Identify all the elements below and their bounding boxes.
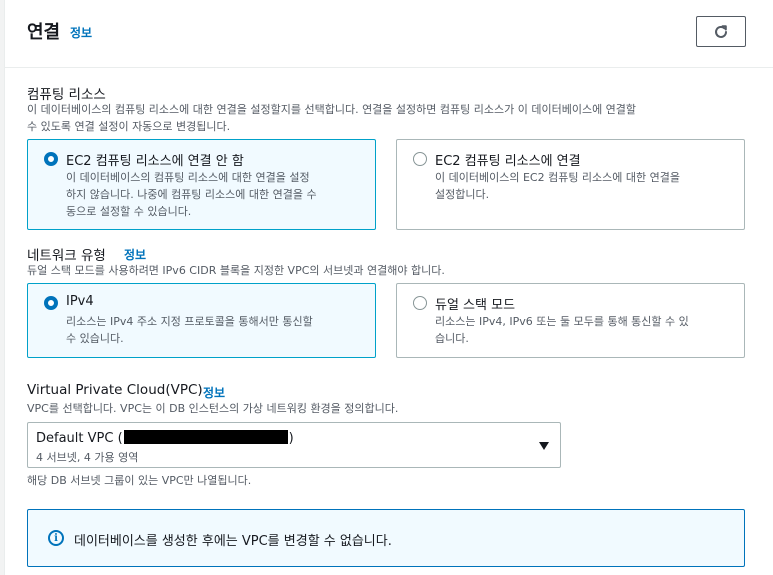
network-type-info-link[interactable]: 정보 (124, 246, 146, 263)
ec2-connect-option[interactable]: EC2 컴퓨팅 리소스에 연결 이 데이터베이스의 EC2 컴퓨팅 리소스에 대… (396, 139, 745, 230)
ec2-connect-radio[interactable] (413, 152, 427, 166)
compute-resource-description-line2: 수 있도록 연결 설정이 자동으로 변경됩니다. (27, 120, 231, 133)
no-ec2-connect-option[interactable]: EC2 컴퓨팅 리소스에 연결 안 함 이 데이터베이스의 컴퓨팅 리소스에 대… (27, 139, 376, 230)
vpc-description: VPC를 선택합니다. VPC는 이 DB 인스턴스의 가상 네트워킹 환경을 … (27, 402, 399, 415)
vpc-selected-value: Default VPC () (36, 430, 294, 446)
option-description-line: 리소스는 IPv4, IPv6 또는 둘 모두를 통해 통신할 수 있 (435, 315, 689, 328)
vpc-select[interactable]: Default VPC () 4 서브넷, 4 가용 영역 (27, 422, 561, 468)
info-icon: i (48, 530, 64, 546)
refresh-button[interactable] (696, 16, 746, 47)
ipv4-option[interactable]: IPv4 리소스는 IPv4 주소 지정 프로토콜을 통해서만 통신할 수 있습… (27, 283, 376, 358)
vpc-label: Virtual Private Cloud(VPC) (27, 382, 203, 398)
option-description-line: 수 있습니다. (66, 332, 124, 345)
caret-down-icon (539, 442, 549, 450)
dual-stack-radio[interactable] (413, 296, 427, 310)
vpc-selected-subtext: 4 서브넷, 4 가용 영역 (36, 451, 139, 464)
refresh-icon (715, 24, 727, 38)
dual-stack-option[interactable]: 듀얼 스택 모드 리소스는 IPv4, IPv6 또는 둘 모두를 통해 통신할… (396, 283, 745, 358)
vpc-name-prefix: Default VPC ( (36, 431, 123, 446)
option-description-line: 이 데이터베이스의 EC2 컴퓨팅 리소스에 대한 연결을 (435, 171, 681, 184)
ipv4-radio[interactable] (44, 296, 58, 310)
option-description-line: 동으로 설정할 수 있습니다. (66, 205, 192, 218)
panel-header: 연결 정보 (5, 0, 773, 68)
option-title: IPv4 (66, 294, 94, 309)
option-description: 리소스는 IPv4, IPv6 또는 둘 모두를 통해 통신할 수 있 습니다. (435, 313, 689, 347)
option-title: EC2 컴퓨팅 리소스에 연결 (435, 154, 581, 169)
option-title: 듀얼 스택 모드 (435, 298, 516, 313)
redacted-vpc-id (123, 430, 288, 444)
page-title: 연결 (27, 22, 61, 43)
option-description-line: 습니다. (435, 332, 469, 345)
no-ec2-connect-radio[interactable] (44, 152, 58, 166)
vpc-hint: 해당 DB 서브넷 그룹이 있는 VPC만 나열됩니다. (27, 474, 252, 487)
option-description-line: 설정합니다. (435, 188, 490, 201)
option-description: 리소스는 IPv4 주소 지정 프로토콜을 통해서만 통신할 수 있습니다. (66, 313, 313, 347)
compute-resource-description-line1: 이 데이터베이스의 컴퓨팅 리소스에 대한 연결을 설정할지를 선택합니다. 연… (27, 103, 637, 116)
network-type-description: 듀얼 스택 모드를 사용하려면 IPv6 CIDR 블록을 지정한 VPC의 서… (27, 264, 445, 277)
connectivity-panel: 연결 정보 컴퓨팅 리소스 이 데이터베이스의 컴퓨팅 리소스에 대한 연결을 … (4, 0, 773, 575)
vpc-immutable-alert: i 데이터베이스를 생성한 후에는 VPC를 변경할 수 없습니다. (27, 509, 745, 567)
network-type-label: 네트워크 유형 (27, 248, 106, 264)
option-title: EC2 컴퓨팅 리소스에 연결 안 함 (66, 154, 244, 169)
option-description-line: 하지 않습니다. 나중에 컴퓨팅 리소스에 대한 연결을 수 (66, 188, 317, 201)
title-info-link[interactable]: 정보 (70, 24, 92, 41)
option-description-line: 리소스는 IPv4 주소 지정 프로토콜을 통해서만 통신할 (66, 315, 313, 328)
option-description-line: 이 데이터베이스의 컴퓨팅 리소스에 대한 연결을 설정 (66, 171, 310, 184)
vpc-name-suffix: ) (288, 431, 294, 446)
option-description: 이 데이터베이스의 EC2 컴퓨팅 리소스에 대한 연결을 설정합니다. (435, 169, 680, 203)
option-description: 이 데이터베이스의 컴퓨팅 리소스에 대한 연결을 설정 하지 않습니다. 나중… (66, 169, 317, 220)
alert-text: 데이터베이스를 생성한 후에는 VPC를 변경할 수 없습니다. (74, 534, 392, 549)
compute-resource-label: 컴퓨팅 리소스 (27, 87, 106, 103)
vpc-info-link[interactable]: 정보 (203, 384, 225, 401)
